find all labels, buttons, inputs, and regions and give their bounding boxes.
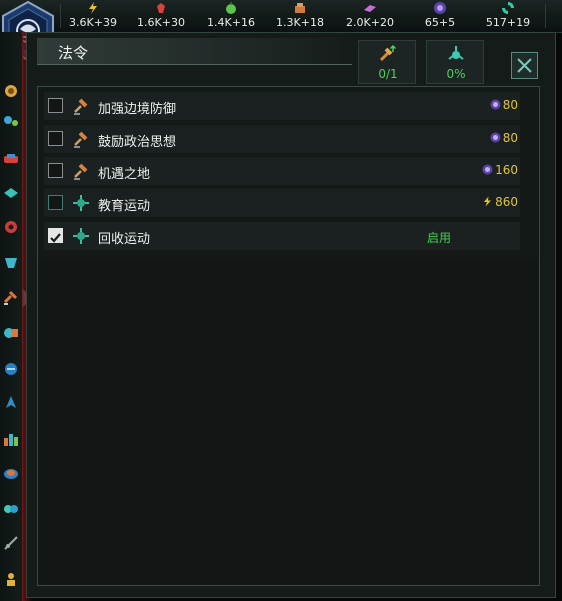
page-title: 法令	[58, 44, 89, 62]
consumer-goods-value: 1.3K+18	[276, 16, 324, 29]
edict-row[interactable]: 机遇之地 160	[44, 157, 520, 185]
edict-status: 启用	[427, 231, 452, 245]
resource-food[interactable]: 1.4K+16	[196, 1, 266, 30]
close-button[interactable]	[511, 52, 538, 79]
edict-capacity-icon	[379, 45, 397, 62]
species-icon[interactable]	[2, 430, 20, 448]
edict-cost: 80	[490, 131, 518, 145]
edict-name: 鼓励政治思想	[98, 135, 177, 150]
resource-bar: 3.6K+39 1.6K+30 1.4K+16 1.3K+18 2.0K+20 …	[0, 0, 562, 33]
edict-row[interactable]: 回收运动 启用	[44, 222, 520, 250]
technology-icon[interactable]	[2, 324, 20, 342]
energy-value: 3.6K+39	[69, 16, 117, 29]
campaign-icon	[73, 228, 89, 244]
alloys-value: 2.0K+20	[346, 16, 394, 29]
minerals-icon	[157, 3, 165, 13]
edict-row[interactable]: 加强边境防御 80	[44, 92, 520, 120]
policies-icon[interactable]	[2, 218, 20, 236]
edict-checkbox[interactable]	[48, 98, 63, 113]
consumer-goods-icon	[295, 3, 305, 13]
close-icon	[517, 58, 532, 73]
edict-cost-value: 860	[495, 195, 518, 209]
minerals-value: 1.6K+30	[137, 16, 185, 29]
edict-cost: 160	[482, 163, 518, 177]
influence-icon	[490, 132, 501, 143]
food-value: 1.4K+16	[207, 16, 255, 29]
left-sidebar	[0, 32, 23, 601]
divider	[545, 4, 546, 28]
gavel-icon	[74, 98, 88, 115]
food-icon	[226, 2, 236, 14]
genetics-icon[interactable]	[2, 500, 20, 518]
edict-capacity-value: 0/1	[378, 67, 398, 81]
government-icon[interactable]	[2, 82, 20, 100]
contacts-icon[interactable]	[2, 150, 20, 168]
gavel-icon	[74, 163, 88, 180]
edicts-icon[interactable]	[2, 288, 20, 306]
relics-icon[interactable]	[2, 534, 20, 552]
influence-value: 65+5	[424, 16, 456, 29]
expansion-icon[interactable]	[2, 394, 20, 412]
energy-icon	[89, 2, 97, 14]
traditions-icon[interactable]	[2, 254, 20, 272]
edict-fund-icon	[448, 46, 464, 60]
edict-checkbox[interactable]	[48, 131, 63, 146]
edict-fund-box[interactable]: 0%	[426, 40, 484, 84]
edict-checkbox-checked[interactable]	[48, 228, 63, 243]
influence-icon	[490, 99, 501, 110]
influence-icon	[482, 164, 493, 175]
alloys-icon	[364, 5, 376, 12]
gavel-icon	[74, 131, 88, 148]
resource-minerals[interactable]: 1.6K+30	[126, 1, 196, 30]
edict-name: 教育运动	[98, 199, 151, 214]
resource-alloys[interactable]: 2.0K+20	[335, 1, 405, 30]
people-icon[interactable]	[2, 570, 20, 588]
edict-row[interactable]: 教育运动 860	[44, 189, 520, 217]
edict-cost-value: 80	[502, 98, 518, 112]
edict-checkbox[interactable]	[48, 163, 63, 178]
edict-row[interactable]: 鼓励政治思想 80	[44, 125, 520, 153]
resource-influence[interactable]: 65+5	[405, 1, 475, 30]
edict-cost-value: 80	[502, 131, 518, 145]
edict-name: 回收运动	[98, 232, 151, 247]
unity-icon	[502, 2, 514, 14]
edict-capacity-box[interactable]: 0/1	[358, 40, 416, 84]
unity-value: 517+19	[485, 16, 531, 29]
situation-icon[interactable]	[2, 184, 20, 202]
campaign-icon	[73, 195, 89, 211]
edict-name: 加强边境防御	[98, 102, 177, 117]
resource-energy[interactable]: 3.6K+39	[58, 1, 128, 30]
edict-cost: 80	[490, 98, 518, 112]
edict-fund-value: 0%	[446, 67, 466, 81]
edict-checkbox[interactable]	[48, 195, 63, 210]
edict-cost: 860	[482, 195, 518, 209]
energy-icon	[484, 196, 492, 207]
edict-cost-value: 160	[495, 163, 518, 177]
checkmark-icon	[50, 233, 61, 243]
leaders-icon[interactable]	[2, 464, 20, 482]
empty-list-area	[38, 258, 538, 584]
resource-consumer-goods[interactable]: 1.3K+18	[265, 1, 335, 30]
influence-icon	[434, 2, 446, 14]
resource-unity[interactable]: 517+19	[473, 1, 543, 30]
planets-icon[interactable]	[2, 112, 20, 130]
fleets-icon[interactable]	[2, 360, 20, 378]
edict-name: 机遇之地	[98, 167, 151, 182]
